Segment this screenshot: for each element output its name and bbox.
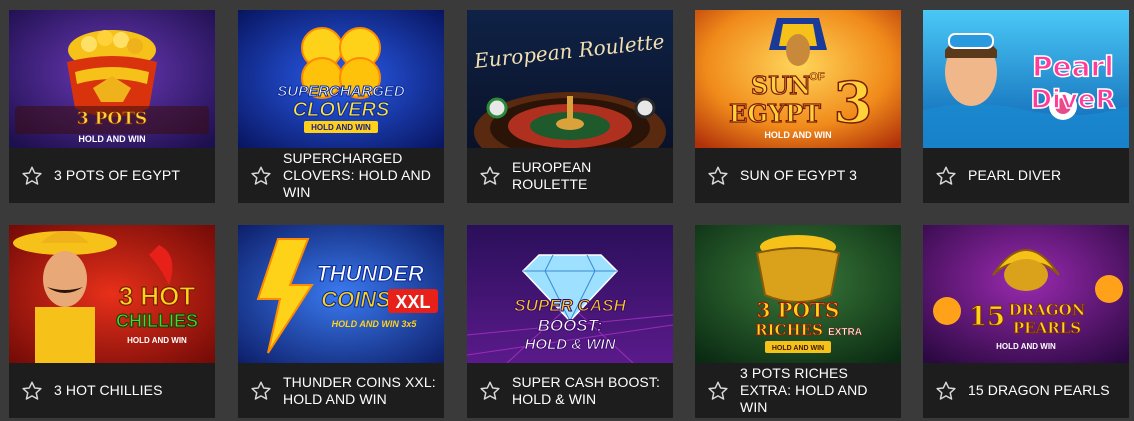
game-info-bar: 3 HOT CHILLIES: [9, 363, 215, 418]
game-info-bar: EUROPEAN ROULETTE: [467, 148, 673, 203]
art-badge: XXL: [395, 292, 430, 312]
game-card[interactable]: 3 HOT CHILLIES HOLD AND WIN 3 HOT CHILLI…: [9, 225, 215, 418]
art-badge: EXTRA: [828, 327, 862, 338]
art-text: 3 HOT: [119, 281, 196, 311]
game-info-bar: PEARL DIVER: [923, 148, 1129, 203]
game-card[interactable]: SUPERCHARGED CLOVERS HOLD AND WIN SUPERC…: [238, 10, 444, 203]
game-title[interactable]: 3 POTS OF EGYPT: [54, 167, 186, 184]
art-text: 3: [834, 70, 873, 136]
art-text: SUPER CASH: [514, 296, 626, 315]
game-title[interactable]: SUN OF EGYPT 3: [740, 167, 863, 184]
star-outline-icon[interactable]: [707, 165, 729, 187]
art-subtext: HOLD & WIN: [525, 336, 617, 353]
game-info-bar: SUPER CASH BOOST: HOLD & WIN: [467, 363, 673, 418]
art-subtext: HOLD AND WIN: [996, 342, 1056, 351]
star-outline-icon[interactable]: [479, 380, 501, 402]
game-info-bar: 3 POTS RICHES EXTRA: HOLD AND WIN: [695, 363, 901, 418]
art-text: OF: [809, 71, 825, 83]
art-text: THUNDER: [316, 261, 424, 286]
art-text: PEARLS: [1013, 319, 1081, 337]
game-thumbnail[interactable]: SUPER CASH BOOST: HOLD & WIN: [467, 225, 673, 363]
game-info-bar: SUPERCHARGED CLOVERS: HOLD AND WIN: [238, 148, 444, 203]
game-card[interactable]: 15 DRAGON PEARLS HOLD AND WIN 15 DRAGON …: [923, 225, 1129, 418]
game-title[interactable]: 3 POTS RICHES EXTRA: HOLD AND WIN: [740, 365, 901, 416]
art-subtext: HOLD AND WIN: [127, 336, 187, 345]
art-subtext: HOLD AND WIN: [764, 130, 831, 140]
art-text: Pearl: [1032, 50, 1114, 83]
art-text: 3 POTS: [77, 109, 147, 129]
game-thumbnail[interactable]: SUPERCHARGED CLOVERS HOLD AND WIN: [238, 10, 444, 148]
art-text: DRAGON: [1009, 301, 1086, 319]
star-outline-icon[interactable]: [479, 165, 501, 187]
game-info-bar: SUN OF EGYPT 3: [695, 148, 901, 203]
game-title[interactable]: 15 DRAGON PEARLS: [968, 382, 1116, 399]
game-thumbnail[interactable]: 3 POTS RICHES EXTRA HOLD AND WIN: [695, 225, 901, 363]
game-title[interactable]: SUPER CASH BOOST: HOLD & WIN: [512, 374, 673, 408]
art-text: 15: [969, 302, 1005, 332]
game-title[interactable]: SUPERCHARGED CLOVERS: HOLD AND WIN: [283, 150, 444, 201]
star-outline-icon[interactable]: [250, 380, 272, 402]
star-outline-icon[interactable]: [707, 380, 729, 402]
art-text: 3 POTS: [757, 298, 840, 322]
game-info-bar: THUNDER COINS XXL: HOLD AND WIN: [238, 363, 444, 418]
star-outline-icon[interactable]: [250, 165, 272, 187]
game-title[interactable]: PEARL DIVER: [968, 167, 1067, 184]
game-card[interactable]: THUNDER COINS XXL HOLD AND WIN 3x5 THUND…: [238, 225, 444, 418]
art-subtext: HOLD AND WIN: [311, 123, 371, 132]
art-subtext: HOLD AND WIN 3x5: [332, 319, 418, 329]
game-card[interactable]: SUN OF EGYPT 3 HOLD AND WIN SUN OF EGYPT…: [695, 10, 901, 203]
game-card[interactable]: 3 POTS HOLD AND WIN 3 POTS OF EGYPT: [9, 10, 215, 203]
art-text: SUN: [751, 71, 811, 100]
game-info-bar: 15 DRAGON PEARLS: [923, 363, 1129, 418]
game-thumbnail[interactable]: European Roulette: [467, 10, 673, 148]
art-text: COINS: [321, 287, 391, 312]
game-card[interactable]: Pearl DiveR PEARL DIVER: [923, 10, 1129, 203]
game-thumbnail[interactable]: 3 HOT CHILLIES HOLD AND WIN: [9, 225, 215, 363]
game-card[interactable]: SUPER CASH BOOST: HOLD & WIN SUPER CASH …: [467, 225, 673, 418]
game-thumbnail[interactable]: SUN OF EGYPT 3 HOLD AND WIN: [695, 10, 901, 148]
art-text: CHILLIES: [116, 311, 198, 331]
game-card[interactable]: 3 POTS RICHES EXTRA HOLD AND WIN 3 POTS …: [695, 225, 901, 418]
game-title[interactable]: 3 HOT CHILLIES: [54, 382, 169, 399]
art-text: BOOST:: [538, 316, 603, 335]
star-outline-icon[interactable]: [935, 380, 957, 402]
game-info-bar: 3 POTS OF EGYPT: [9, 148, 215, 203]
star-outline-icon[interactable]: [21, 165, 43, 187]
game-thumbnail[interactable]: 15 DRAGON PEARLS HOLD AND WIN: [923, 225, 1129, 363]
game-title[interactable]: EUROPEAN ROULETTE: [512, 159, 673, 193]
game-card[interactable]: European Roulette EUROPEAN ROULETTE: [467, 10, 673, 203]
game-thumbnail[interactable]: 3 POTS HOLD AND WIN: [9, 10, 215, 148]
art-text: EGYPT: [729, 99, 821, 128]
art-text: RICHES: [755, 321, 823, 339]
star-outline-icon[interactable]: [935, 165, 957, 187]
game-title[interactable]: THUNDER COINS XXL: HOLD AND WIN: [283, 374, 444, 408]
art-text: SUPERCHARGED: [277, 83, 405, 100]
art-subtext: HOLD AND WIN: [772, 345, 824, 352]
game-thumbnail[interactable]: THUNDER COINS XXL HOLD AND WIN 3x5: [238, 225, 444, 363]
art-subtext: HOLD AND WIN: [78, 134, 145, 144]
game-thumbnail[interactable]: Pearl DiveR: [923, 10, 1129, 148]
star-outline-icon[interactable]: [21, 380, 43, 402]
art-text: DiveR: [1030, 85, 1115, 115]
games-grid: 3 POTS HOLD AND WIN 3 POTS OF EGYPT SUPE: [0, 0, 1134, 421]
art-text: CLOVERS: [293, 99, 390, 121]
